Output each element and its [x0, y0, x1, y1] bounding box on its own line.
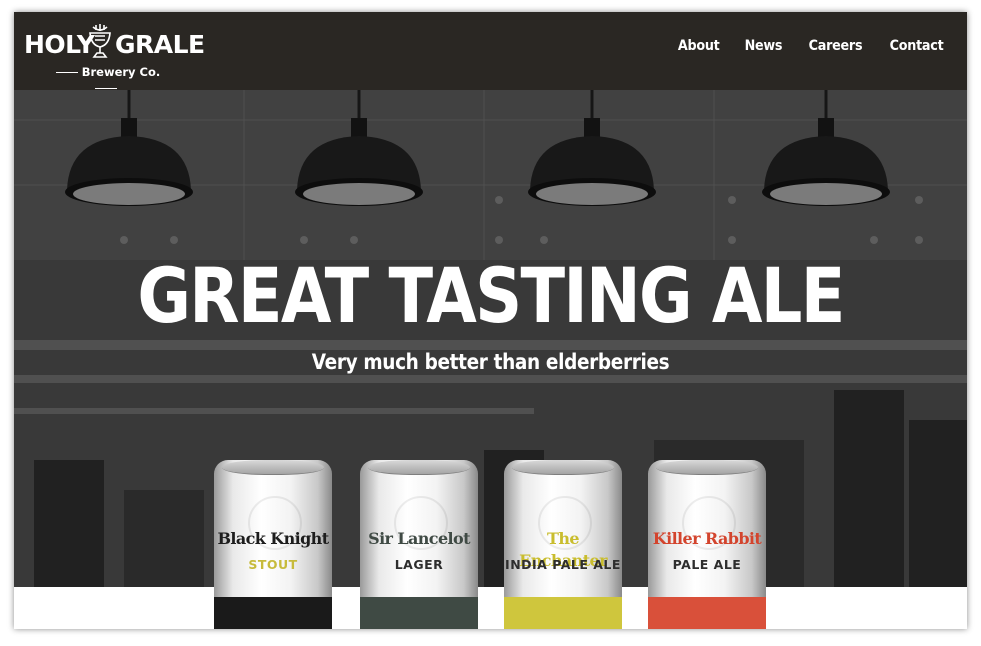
browser-viewport: HOLY GRALE Brewery Co. About News Career…	[14, 12, 967, 629]
can-rim	[368, 460, 470, 475]
logo-rule-left	[55, 71, 78, 74]
nav-careers-link[interactable]: Careers	[809, 38, 863, 54]
logo-subtitle: Brewery Co.	[46, 64, 166, 90]
nav-contact-link[interactable]: Contact	[890, 38, 944, 54]
can-name: Sir Lancelot	[368, 529, 470, 548]
nav-news-link[interactable]: News	[745, 38, 783, 54]
can-name: Black Knight	[217, 529, 330, 548]
brand-logo[interactable]: HOLY GRALE Brewery Co.	[24, 24, 205, 90]
logo-subtitle-text: Brewery Co.	[81, 65, 161, 79]
can-color-band	[214, 597, 332, 629]
can-style: INDIA PALE ALE	[505, 557, 621, 572]
nav-about-link[interactable]: About	[678, 38, 720, 54]
can-the-enchanter[interactable]: The Enchanter INDIA PALE ALE	[504, 460, 622, 629]
hero-subheading: Very much better than elderberries	[311, 350, 670, 374]
can-color-band	[648, 597, 766, 629]
chalice-icon	[89, 24, 111, 58]
main-nav: About News Careers Contact	[675, 38, 947, 54]
can-rim	[512, 460, 614, 475]
can-name: Killer Rabbit	[652, 529, 762, 548]
can-style: LAGER	[394, 557, 444, 572]
site-header: HOLY GRALE Brewery Co. About News Career…	[14, 12, 967, 90]
hero-heading: GREAT TASTING ALE	[137, 251, 845, 340]
beer-can-lineup: Black Knight STOUT Sir Lancelot LAGER Th…	[214, 460, 774, 629]
can-style: PALE ALE	[672, 557, 742, 572]
can-color-band	[360, 597, 478, 629]
logo-word-grale: GRALE	[115, 30, 205, 59]
can-black-knight[interactable]: Black Knight STOUT	[214, 460, 332, 629]
can-rim	[656, 460, 758, 475]
logo-word-holy: HOLY	[24, 30, 95, 59]
can-color-band	[504, 597, 622, 629]
can-style: STOUT	[248, 557, 298, 572]
can-killer-rabbit[interactable]: Killer Rabbit PALE ALE	[648, 460, 766, 629]
can-sir-lancelot[interactable]: Sir Lancelot LAGER	[360, 460, 478, 629]
can-rim	[222, 460, 324, 475]
